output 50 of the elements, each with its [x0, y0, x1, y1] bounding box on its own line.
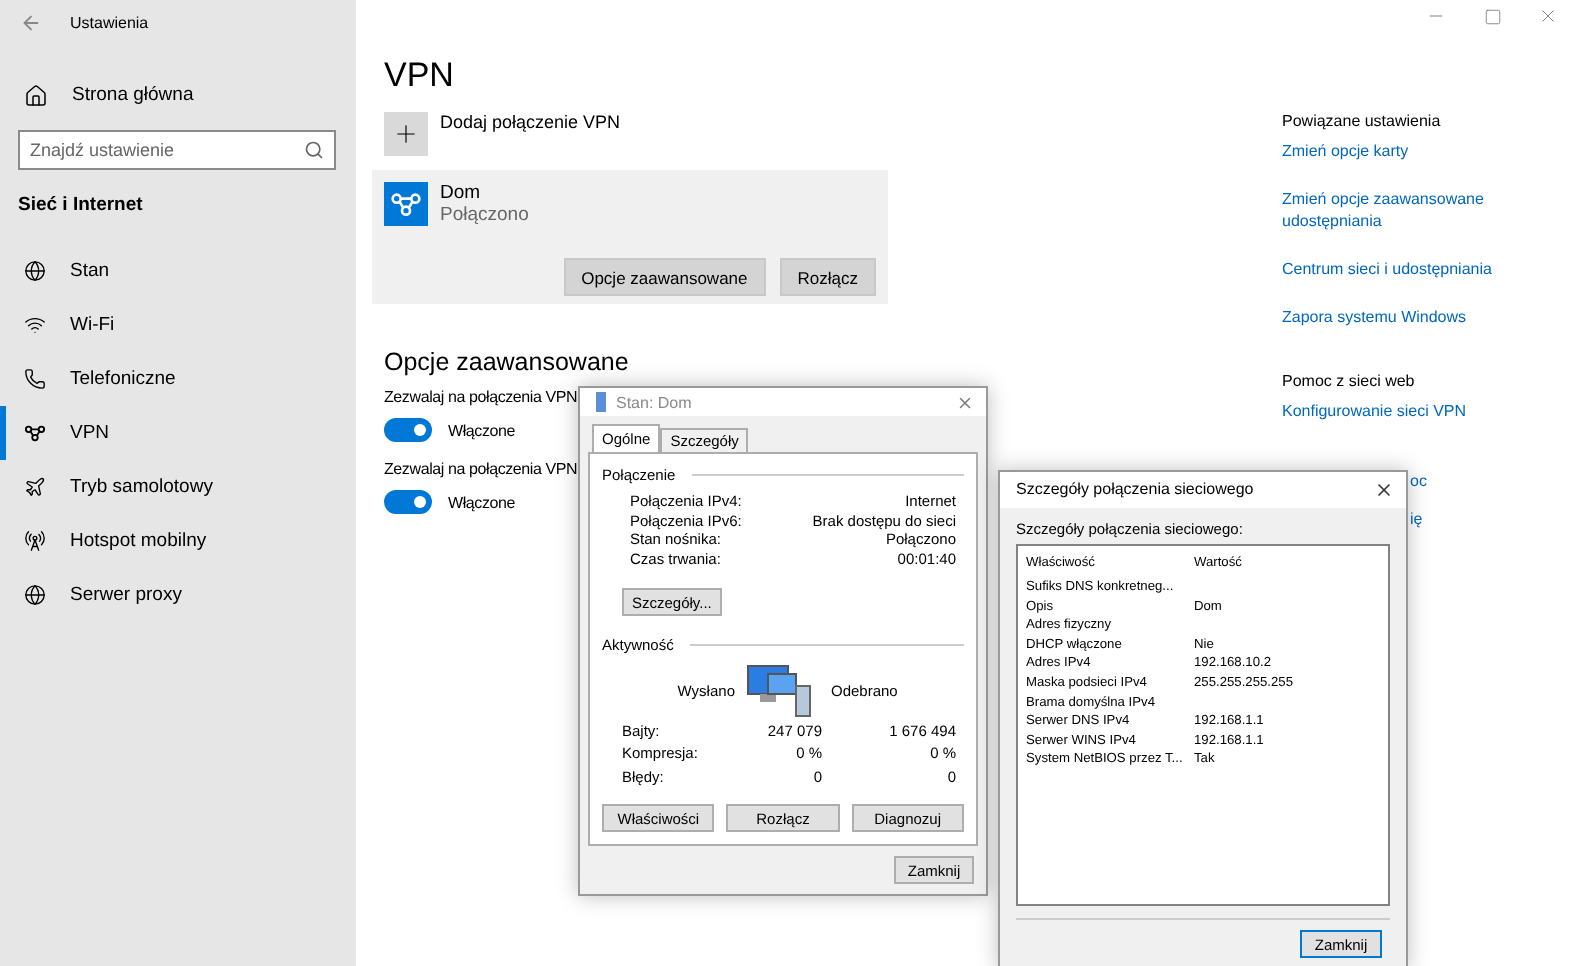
help-link[interactable]: oc	[1410, 470, 1576, 492]
settings-link[interactable]: Zmień opcje karty	[1282, 140, 1522, 162]
globe-icon	[24, 584, 46, 606]
sidebar-item[interactable]: Serwer proxy	[0, 568, 356, 622]
connection-name: Dom	[440, 182, 483, 204]
section-heading: Powiązane ustawienia	[1282, 112, 1443, 130]
add-vpn-label[interactable]: Dodaj połączenie VPN	[440, 112, 621, 156]
wifi-icon	[24, 314, 46, 336]
vpn-connection-card[interactable]: Dom Połączono Opcje zaawansowane Rozłącz	[372, 170, 888, 304]
vpn-icon	[24, 422, 46, 444]
close-icon[interactable]	[1374, 479, 1394, 500]
home-nav-item[interactable]: Strona główna	[0, 68, 356, 122]
sidebar-item[interactable]: Stan	[0, 244, 356, 298]
action-button[interactable]: Opcje zaawansowane	[563, 258, 766, 296]
add-button[interactable]	[384, 112, 428, 156]
home-icon	[24, 83, 48, 107]
hotspot-icon	[24, 530, 46, 552]
settings-link[interactable]: Zapora systemu Windows	[1282, 306, 1522, 328]
toggle-switch[interactable]	[384, 490, 432, 514]
window-title: Ustawienia	[70, 13, 149, 31]
sidebar-item[interactable]: Wi-Fi	[0, 298, 356, 352]
toggle-label: Zezwalaj na połączenia VPN	[384, 388, 578, 406]
help-link[interactable]: ię	[1410, 508, 1576, 530]
section-heading: Sieć i Internet	[16, 192, 145, 220]
connection-status: Połączono	[440, 204, 529, 226]
phone-icon	[24, 368, 46, 390]
plus-icon	[392, 120, 420, 148]
section-heading: Opcje zaawansowane	[382, 348, 631, 376]
dialog-title: Szczegóły połączenia sieciowego	[1016, 480, 1254, 499]
sidebar-item[interactable]: VPN	[0, 406, 356, 460]
settings-link[interactable]: Zmień opcje zaawansowane udostępniania	[1282, 188, 1522, 232]
action-button[interactable]: Rozłącz	[779, 258, 876, 296]
sidebar-item[interactable]: Tryb samolotowy	[0, 460, 356, 514]
section-heading: Pomoc z sieci web	[1282, 372, 1417, 390]
toggle-switch[interactable]	[384, 418, 432, 442]
globe-icon	[24, 260, 46, 282]
toggle-state: Włączone	[448, 421, 516, 439]
airplane-icon	[24, 476, 46, 498]
toggle-state: Włączone	[448, 493, 516, 511]
sidebar-item[interactable]: Hotspot mobilny	[0, 514, 356, 568]
dialog-title: Stan: Dom	[616, 393, 692, 411]
sidebar-item[interactable]: Telefoniczne	[0, 352, 356, 406]
search-field[interactable]: Znajdź ustawienie	[18, 130, 336, 170]
back-icon[interactable]	[20, 11, 42, 33]
network-computers-icon	[743, 662, 815, 719]
settings-link[interactable]: Centrum sieci i udostępniania	[1282, 258, 1522, 280]
page-title: VPN	[382, 56, 456, 96]
toggle-label: Zezwalaj na połączenia VPN	[384, 460, 578, 478]
help-link[interactable]: Konfigurowanie sieci VPN	[1282, 400, 1522, 422]
search-icon	[304, 140, 324, 160]
